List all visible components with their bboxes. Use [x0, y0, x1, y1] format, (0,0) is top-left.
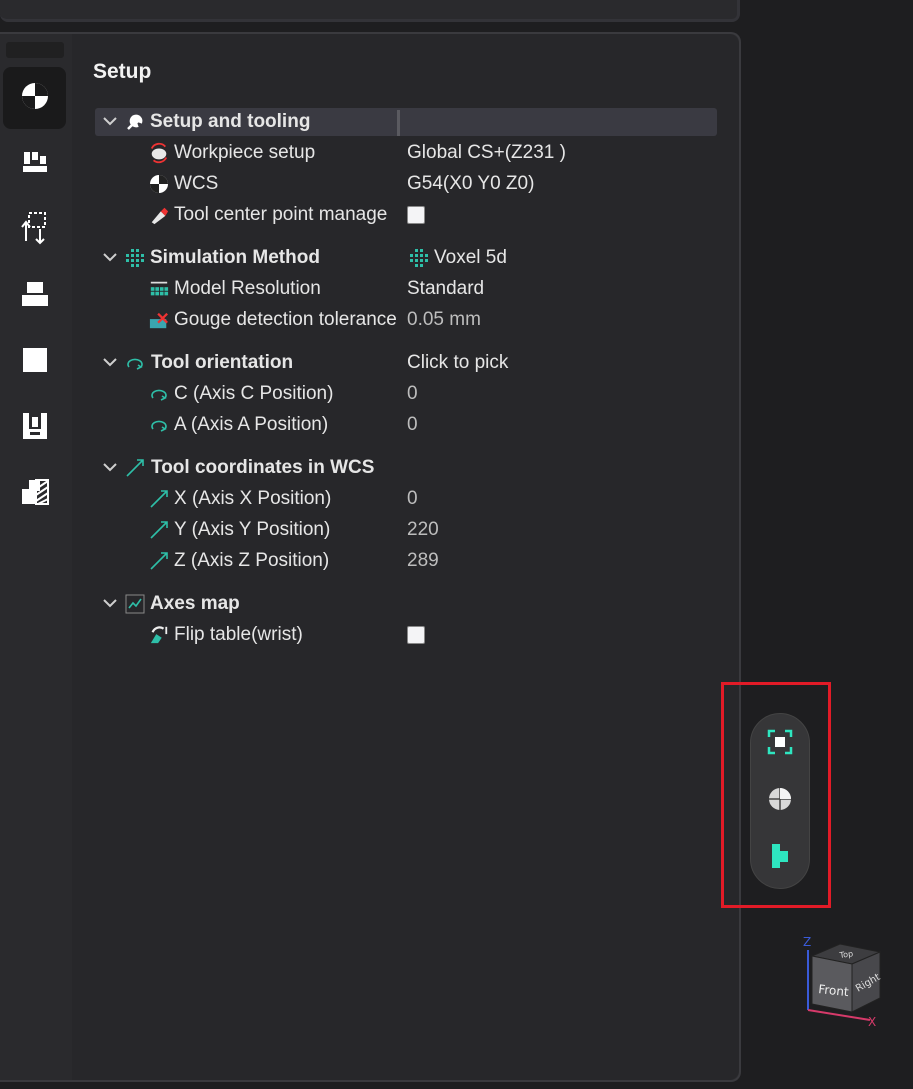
axis-y-label: Y (Axis Y Position) — [174, 519, 331, 540]
stock-icon — [20, 279, 50, 314]
rail-material-button[interactable] — [3, 463, 66, 525]
panel-title: Setup — [93, 60, 152, 83]
highlight-box — [721, 682, 831, 908]
left-rail — [0, 34, 72, 1080]
group-label: Tool orientation — [151, 352, 294, 373]
model-resolution-row[interactable]: Model Resolution Standard — [95, 275, 717, 303]
chevron-down-icon[interactable] — [101, 112, 119, 130]
flip-table-checkbox[interactable] — [407, 626, 425, 644]
flip-table-row[interactable]: Flip table(wrist) — [95, 621, 717, 649]
model-resolution-label: Model Resolution — [174, 278, 321, 299]
view-cube[interactable]: Top Front Right Z X — [800, 932, 890, 1032]
material-icon — [20, 477, 50, 512]
fixture-icon — [21, 411, 49, 446]
axis-z-row[interactable]: Z (Axis Z Position) 289 — [95, 547, 717, 575]
simulation-method-value[interactable]: Voxel 5d — [434, 247, 507, 269]
translate-icon — [149, 520, 169, 540]
group-setup-tooling[interactable]: Setup and tooling — [95, 108, 717, 136]
voxel-icon — [125, 248, 145, 268]
flip-table-icon — [149, 625, 169, 645]
axis-c-label: C (Axis C Position) — [174, 383, 334, 404]
axis-z-indicator: Z — [803, 935, 811, 949]
group-label: Axes map — [150, 593, 240, 614]
tool-tip-icon — [149, 205, 169, 225]
chevron-down-icon[interactable] — [101, 248, 119, 266]
gouge-tolerance-value[interactable]: 0.05 mm — [407, 309, 481, 331]
wcs-row[interactable]: WCS G54(X0 Y0 Z0) — [95, 170, 717, 198]
gouge-tolerance-label: Gouge detection tolerance — [174, 309, 396, 330]
chevron-down-icon[interactable] — [101, 594, 119, 612]
gouge-tolerance-row[interactable]: Gouge detection tolerance 0.05 mm — [95, 306, 717, 334]
rotation-icon — [149, 415, 169, 435]
group-tool-orientation[interactable]: Tool orientation Click to pick — [95, 349, 717, 377]
workpiece-icon — [149, 142, 169, 164]
group-label: Tool coordinates in WCS — [151, 457, 375, 478]
chevron-down-icon[interactable] — [101, 353, 119, 371]
axis-x-row[interactable]: X (Axis X Position) 0 — [95, 485, 717, 513]
rail-tool-holder-button[interactable] — [3, 133, 66, 195]
column-separator[interactable] — [397, 110, 400, 136]
axis-a-row[interactable]: A (Axis A Position) 0 — [95, 411, 717, 439]
transform-icon — [20, 211, 50, 250]
axis-c-value[interactable]: 0 — [407, 383, 418, 405]
axis-x-indicator: X — [868, 1015, 876, 1029]
properties-content: Setup Setup and tooling Workpiece setup … — [72, 34, 739, 1080]
workpiece-setup-row[interactable]: Workpiece setup Global CS+(Z231 ) — [95, 139, 717, 167]
tcp-label: Tool center point manage — [174, 204, 388, 225]
axis-a-value[interactable]: 0 — [407, 414, 418, 436]
rotation-icon — [125, 353, 145, 373]
rail-part-button[interactable] — [3, 331, 66, 393]
axis-x-value[interactable]: 0 — [407, 488, 418, 510]
axis-a-label: A (Axis A Position) — [174, 414, 329, 435]
wrench-icon — [125, 112, 145, 132]
rotation-icon — [149, 384, 169, 404]
rail-transform-button[interactable] — [3, 199, 66, 261]
flip-table-label: Flip table(wrist) — [174, 624, 303, 645]
translate-icon — [149, 489, 169, 509]
rail-stock-button[interactable] — [3, 265, 66, 327]
group-label: Setup and tooling — [150, 111, 311, 132]
group-label: Simulation Method — [150, 247, 320, 268]
axis-z-label: Z (Axis Z Position) — [174, 550, 330, 571]
group-axes-map[interactable]: Axes map — [95, 590, 717, 618]
workpiece-setup-value[interactable]: Global CS+(Z231 ) — [407, 142, 566, 164]
model-resolution-value[interactable]: Standard — [407, 278, 484, 300]
axes-map-icon — [125, 594, 145, 614]
chevron-down-icon[interactable] — [101, 458, 119, 476]
gouge-icon — [149, 310, 169, 330]
group-tool-coordinates[interactable]: Tool coordinates in WCS — [95, 454, 717, 482]
tcp-checkbox[interactable] — [407, 206, 425, 224]
axis-x-label: X (Axis X Position) — [174, 488, 332, 509]
wcs-icon — [20, 81, 50, 116]
top-panel — [0, 0, 740, 22]
translate-icon — [149, 551, 169, 571]
group-simulation-method[interactable]: Simulation Method Voxel 5d — [95, 244, 717, 272]
axis-z-value[interactable]: 289 — [407, 550, 439, 572]
tool-orientation-value[interactable]: Click to pick — [407, 352, 508, 374]
resolution-icon — [149, 279, 169, 299]
voxel-value-icon — [409, 248, 429, 268]
wcs-value[interactable]: G54(X0 Y0 Z0) — [407, 173, 534, 195]
part-icon — [21, 346, 49, 379]
tool-holder-icon — [21, 148, 49, 181]
axis-y-row[interactable]: Y (Axis Y Position) 220 — [95, 516, 717, 544]
setup-panel: Setup Setup and tooling Workpiece setup … — [0, 32, 741, 1082]
axis-c-row[interactable]: C (Axis C Position) 0 — [95, 380, 717, 408]
workpiece-setup-label: Workpiece setup — [174, 142, 316, 163]
translate-icon — [125, 458, 145, 478]
rail-wcs-button[interactable] — [3, 67, 66, 129]
wcs-small-icon — [149, 174, 169, 194]
rail-fixture-button[interactable] — [3, 397, 66, 459]
axis-y-value[interactable]: 220 — [407, 519, 439, 541]
rail-handle[interactable] — [6, 42, 64, 58]
tcp-row[interactable]: Tool center point manage — [95, 201, 717, 229]
wcs-label: WCS — [174, 173, 219, 194]
